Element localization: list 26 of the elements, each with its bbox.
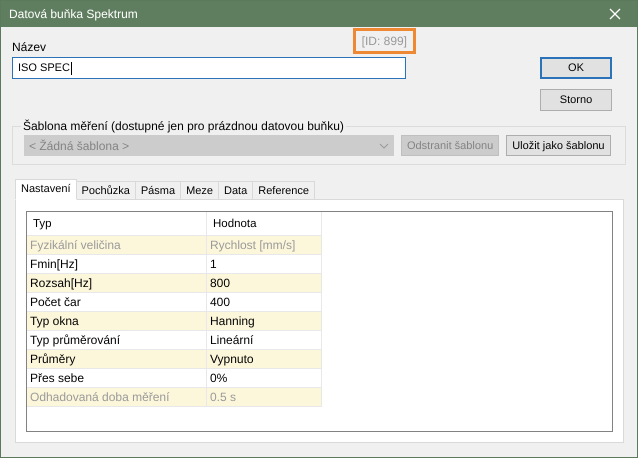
table-cell: Hanning [207,312,322,331]
name-input[interactable]: ISO SPEC [12,57,406,79]
table-cell: Typ okna [27,312,207,331]
tab[interactable]: Meze [181,181,219,200]
name-label: Název [12,40,46,54]
tab[interactable]: Pochůzka [76,181,136,200]
window-title: Datová buňka Spektrum [9,7,138,21]
save-template-button[interactable]: Uložit jako šablonu [506,135,611,156]
table-cell: Průměry [27,350,207,369]
tab[interactable]: Data [219,181,254,200]
chevron-down-icon [379,142,389,148]
tab[interactable]: Pásma [136,181,182,200]
tab[interactable]: Nastavení [15,179,77,200]
tab[interactable]: Reference [253,181,316,200]
table-cell: 800 [207,274,322,293]
table-cell: Vypnuto [207,350,322,369]
table-cell: 0.5 s [207,388,322,407]
ok-button[interactable]: OK [540,57,612,79]
table-cell: Rozsah[Hz] [27,274,207,293]
template-group-label: Šablona měření (dostupné jen pro prázdnou datovou buňku) [22,119,345,133]
close-icon [609,8,621,20]
table-cell: Fyzikální veličina [27,236,207,255]
id-label: [ID: 899] [362,34,407,48]
table-cell: Rychlost [mm/s] [207,236,322,255]
table-cell: Odhadovaná doba měření [27,388,207,407]
cancel-button[interactable]: Storno [540,89,612,111]
